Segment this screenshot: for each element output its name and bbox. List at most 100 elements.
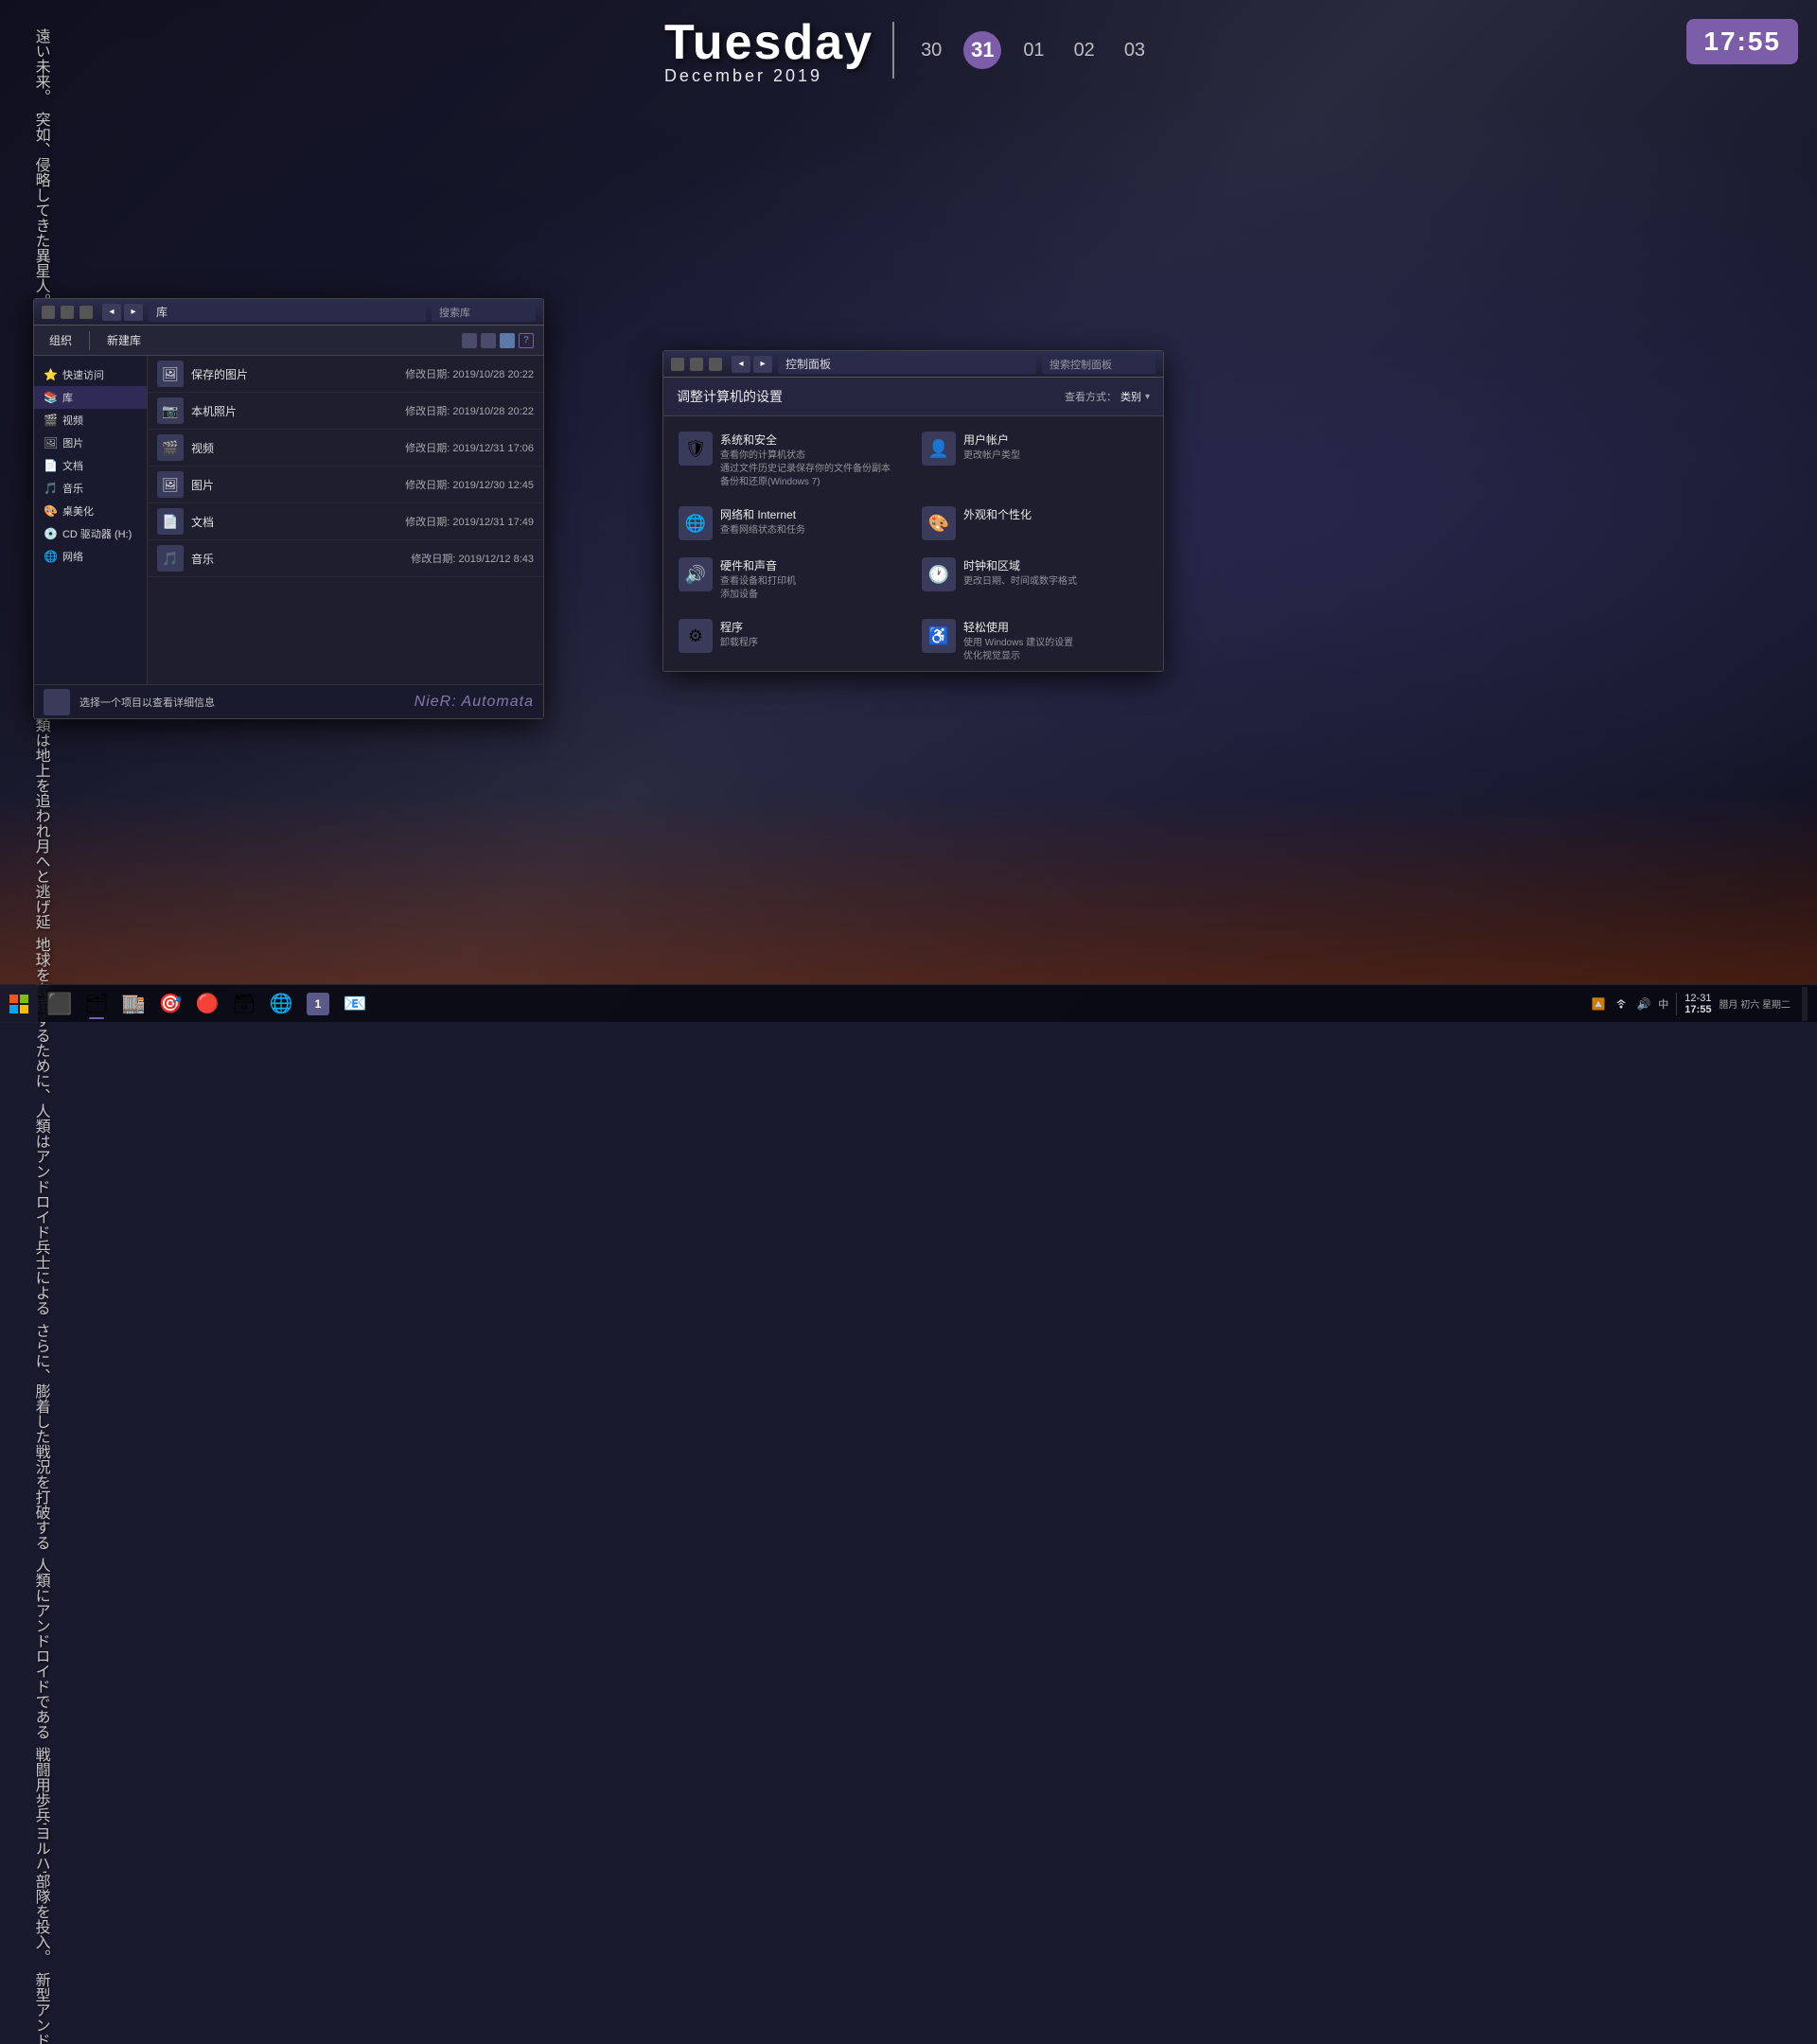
cp-icon-user-accounts: 👤 <box>922 432 956 466</box>
videos-icon: 🎬 <box>44 414 58 427</box>
cp-item-system-security[interactable]: 🛡 系统和安全 查看你的计算机状态通过文件历史记录保存你的文件备份副本备份和还原… <box>673 426 910 495</box>
file-item-music[interactable]: 🎵 音乐 修改日期: 2019/12/12 8:43 <box>148 540 543 577</box>
cp-back-button[interactable]: ◂ <box>732 356 750 373</box>
taskbar-app-office[interactable]: ⬛ <box>43 987 77 1021</box>
cp-item-accessibility[interactable]: ♿ 轻松使用 使用 Windows 建议的设置优化视觉显示 <box>916 613 1154 669</box>
customize-label: 桌美化 <box>62 503 94 519</box>
bg-fire-effect <box>0 795 1817 984</box>
file-name-video: 视频 <box>191 440 382 456</box>
taskbar-app-4[interactable]: 🎯 <box>153 987 187 1021</box>
close-button[interactable] <box>79 306 93 319</box>
sidebar-pictures[interactable]: 🖼 图片 <box>34 432 147 454</box>
show-desktop-button[interactable] <box>1802 987 1808 1021</box>
cd-drive-icon: 💿 <box>44 527 58 540</box>
toolbar-new-library[interactable]: 新建库 <box>101 329 147 351</box>
sidebar-quick-access[interactable]: ⭐ 快速访问 <box>34 363 147 386</box>
taskbar-app-store[interactable]: 🏬 <box>116 987 150 1021</box>
file-icon-music: 🎵 <box>157 545 184 572</box>
cp-text-network: 网络和 Internet 查看网络状态和任务 <box>720 506 905 537</box>
view-tiles-icon[interactable] <box>500 333 515 348</box>
taskbar-app-explorer[interactable]: 🗂 <box>79 987 114 1021</box>
tray-separator <box>1676 993 1677 1015</box>
file-date-saved-pics: 修改日期: 2019/10/28 20:22 <box>382 366 534 381</box>
cp-text-hardware: 硬件和声音 查看设备和打印机添加设备 <box>720 557 905 602</box>
time-display: 17:55 <box>1686 19 1798 64</box>
cp-search-bar[interactable]: 搜索控制面板 <box>1042 355 1155 374</box>
sidebar-documents[interactable]: 📄 文档 <box>34 454 147 477</box>
taskbar-app-chrome[interactable]: 🌐 <box>264 987 298 1021</box>
cp-item-hardware[interactable]: 🔊 硬件和声音 查看设备和打印机添加设备 <box>673 552 910 608</box>
music-label: 音乐 <box>62 481 83 496</box>
toolbar-organize[interactable]: 组织 <box>44 329 78 351</box>
cp-close-button[interactable] <box>709 358 722 371</box>
search-placeholder: 搜索库 <box>439 305 470 320</box>
file-explorer-window: ◂ ▸ 库 搜索库 组织 新建库 ? ⭐ 快速访问 <box>33 298 544 719</box>
cp-view-mode[interactable]: 类别 <box>1120 389 1141 404</box>
cp-desc-network: 查看网络状态和任务 <box>720 524 905 537</box>
sidebar-cd-drive[interactable]: 💿 CD 驱动器 (H:) <box>34 522 147 545</box>
sidebar-music[interactable]: 🎵 音乐 <box>34 477 147 500</box>
sidebar-videos[interactable]: 🎬 视频 <box>34 409 147 432</box>
cp-item-network[interactable]: 🌐 网络和 Internet 查看网络状态和任务 <box>673 501 910 546</box>
taskbar-date-short: 12-31 <box>1685 993 1711 1004</box>
taskbar-app-control-panel[interactable]: 🗃 <box>227 987 261 1021</box>
cp-title-appearance: 外观和个性化 <box>963 506 1148 522</box>
file-explorer-statusbar: 选择一个项目以查看详细信息 NieR: Automata <box>34 684 543 718</box>
cp-item-programs[interactable]: ⚙ 程序 卸载程序 <box>673 613 910 669</box>
cal-date-03[interactable]: 03 <box>1117 36 1153 65</box>
start-icon[interactable] <box>8 993 30 1015</box>
address-bar[interactable]: 库 <box>149 303 426 322</box>
cp-item-appearance[interactable]: 🎨 外观和个性化 <box>916 501 1154 546</box>
cp-title-accessibility: 轻松使用 <box>963 619 1148 635</box>
cp-view-dropdown-icon[interactable]: ▾ <box>1145 392 1150 402</box>
taskbar-lunar-date[interactable]: 腊月 初六 星期二 <box>1719 996 1791 1011</box>
cp-forward-button[interactable]: ▸ <box>753 356 772 373</box>
tray-overflow-icon[interactable]: 🔼 <box>1590 996 1607 1013</box>
taskbar-app-numbered[interactable]: 1 <box>301 987 335 1021</box>
cp-item-clock[interactable]: 🕐 时钟和区域 更改日期、时间或数字格式 <box>916 552 1154 608</box>
documents-label: 文档 <box>62 458 83 473</box>
taskbar-datetime[interactable]: 12-31 17:55 <box>1685 993 1711 1015</box>
tray-network-icon[interactable] <box>1613 996 1630 1013</box>
toolbar-right: ? <box>462 333 534 348</box>
sidebar-library[interactable]: 📚 库 <box>34 386 147 409</box>
sidebar-network[interactable]: 🌐 网络 <box>34 545 147 568</box>
cp-minimize-button[interactable] <box>671 358 684 371</box>
tray-ime-icon[interactable]: 中 <box>1658 996 1668 1012</box>
cp-address-bar[interactable]: 控制面板 <box>778 355 1036 374</box>
maximize-button[interactable] <box>61 306 74 319</box>
cp-desc-hardware: 查看设备和打印机添加设备 <box>720 575 905 602</box>
cal-date-31-active[interactable]: 31 <box>963 31 1001 69</box>
taskbar-app-email[interactable]: 📧 <box>338 987 372 1021</box>
file-item-local-photos[interactable]: 📷 本机照片 修改日期: 2019/10/28 20:22 <box>148 393 543 430</box>
taskbar-app-5[interactable]: 🔴 <box>190 987 224 1021</box>
search-bar[interactable]: 搜索库 <box>432 303 536 322</box>
minimize-button[interactable] <box>42 306 55 319</box>
file-item-documents[interactable]: 📄 文档 修改日期: 2019/12/31 17:49 <box>148 503 543 540</box>
tray-volume-icon[interactable]: 🔊 <box>1635 996 1652 1013</box>
file-item-video[interactable]: 🎬 视频 修改日期: 2019/12/31 17:06 <box>148 430 543 467</box>
sidebar-customize[interactable]: 🎨 桌美化 <box>34 500 147 522</box>
cp-maximize-button[interactable] <box>690 358 703 371</box>
file-item-saved-pics[interactable]: 🖼 保存的图片 修改日期: 2019/10/28 20:22 <box>148 356 543 393</box>
forward-button[interactable]: ▸ <box>124 304 143 321</box>
status-text: 选择一个项目以查看详细信息 <box>79 695 405 710</box>
file-item-pictures[interactable]: 🖼 图片 修改日期: 2019/12/30 12:45 <box>148 467 543 503</box>
view-icons: ? <box>462 333 534 348</box>
view-list-icon[interactable] <box>462 333 477 348</box>
cd-drive-label: CD 驱动器 (H:) <box>62 526 132 541</box>
taskbar-time: 17:55 <box>1685 1004 1711 1015</box>
taskbar: ⬛ 🗂 🏬 🎯 🔴 🗃 🌐 1 📧 🔼 <box>0 984 1817 1022</box>
cp-title: 调整计算机的设置 <box>677 387 783 406</box>
network-icon: 🌐 <box>44 550 58 563</box>
cal-date-02[interactable]: 02 <box>1067 36 1103 65</box>
view-details-icon[interactable] <box>481 333 496 348</box>
cal-date-30[interactable]: 30 <box>913 36 949 65</box>
back-button[interactable]: ◂ <box>102 304 121 321</box>
cal-date-01[interactable]: 01 <box>1015 36 1051 65</box>
help-icon[interactable]: ? <box>519 333 534 348</box>
cp-search-placeholder: 搜索控制面板 <box>1050 357 1112 372</box>
cp-item-user-accounts[interactable]: 👤 用户帐户 更改帐户类型 <box>916 426 1154 495</box>
jp-col-2: 突如、侵略してきた異星人。 <box>28 112 53 308</box>
jp-col-8: 戦闘用歩兵'ヨルハ'部隊を投入。 <box>28 1747 53 1965</box>
